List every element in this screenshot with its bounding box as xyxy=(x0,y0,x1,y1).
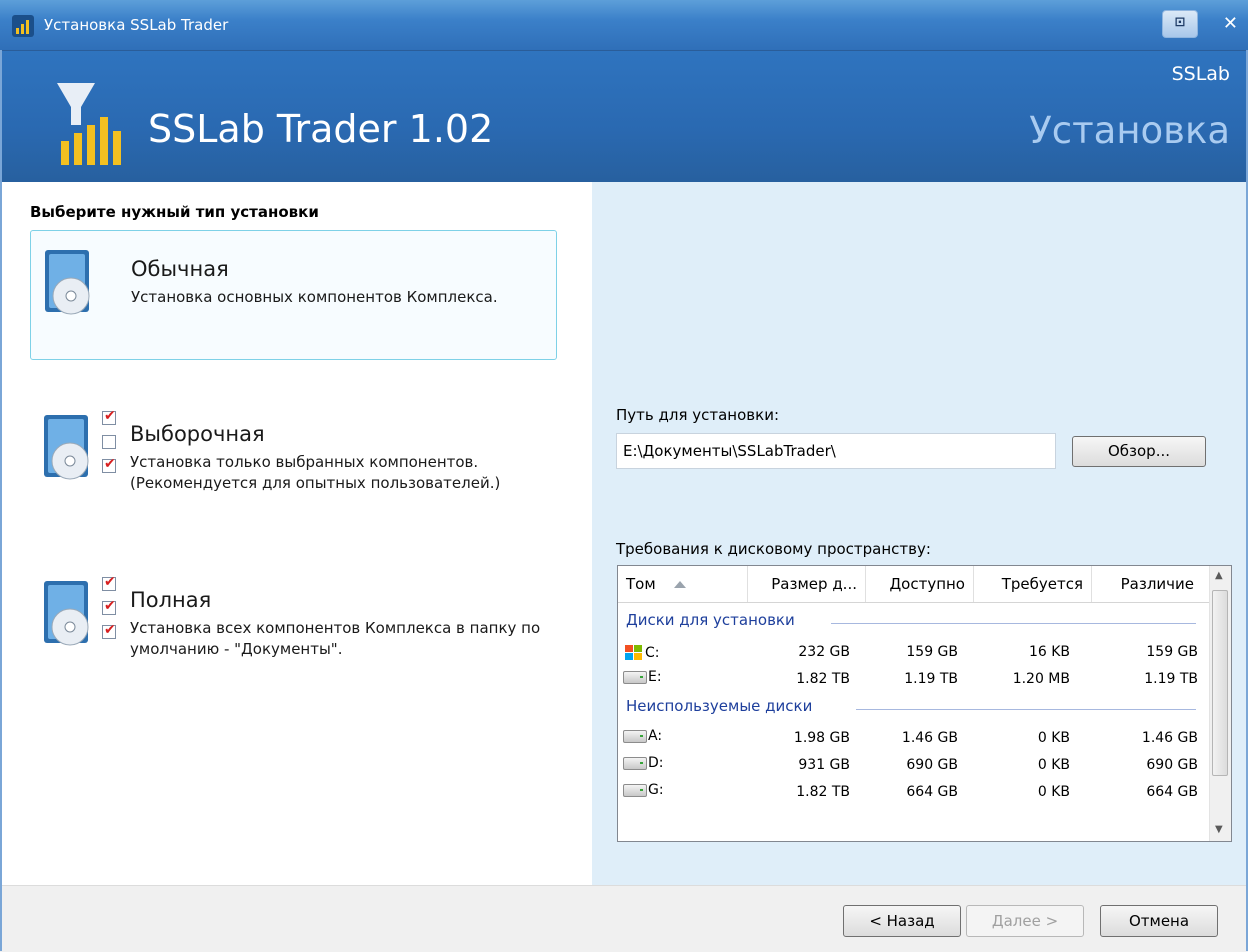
header-banner: SSLab Trader 1.02 SSLab Установка xyxy=(0,51,1248,182)
option-title: Обычная xyxy=(131,257,229,281)
window-title: Установка SSLab Trader xyxy=(44,16,229,34)
disk-space-table[interactable]: Том Размер д... Доступно Требуется Разли… xyxy=(617,565,1232,842)
title-bar: Установка SSLab Trader ⊡ ✕ xyxy=(0,0,1248,51)
size-cell: 931 GB xyxy=(798,757,850,773)
volume-label: E: xyxy=(648,669,662,685)
volume-cell: G: xyxy=(623,782,664,798)
install-type-heading: Выберите нужный тип установки xyxy=(30,203,319,221)
available-cell: 1.46 GB xyxy=(901,730,958,746)
scroll-down-icon[interactable]: ▼ xyxy=(1215,824,1223,835)
group-title: Диски для установки xyxy=(626,611,795,629)
option-description: Установка только выбранных компонентов. … xyxy=(130,453,501,492)
install-path-label: Путь для установки: xyxy=(616,406,779,424)
option-custom[interactable]: ✔ ✔ Выборочная Установка только выбранны… xyxy=(30,396,557,526)
difference-cell: 664 GB xyxy=(1146,784,1198,800)
table-row[interactable]: D: 931 GB 690 GB 0 KB 690 GB xyxy=(618,753,1210,780)
volume-label: A: xyxy=(648,728,663,744)
volume-cell: E: xyxy=(623,669,662,685)
volume-label: G: xyxy=(648,782,664,798)
window-border-left xyxy=(0,50,2,951)
windows-drive-icon xyxy=(623,642,645,664)
table-scrollbar[interactable]: ▲ ▼ xyxy=(1209,566,1231,841)
option-description: Установка основных компонентов Комплекса… xyxy=(131,288,498,306)
volume-cell: A: xyxy=(623,728,662,744)
brand-name: SSLab xyxy=(1171,63,1230,85)
required-cell: 0 KB xyxy=(1037,730,1070,746)
install-box-icon xyxy=(44,581,89,646)
option-description: Установка всех компонентов Комплекса в п… xyxy=(130,619,541,658)
table-row[interactable]: E: 1.82 TB 1.19 TB 1.20 MB 1.19 TB xyxy=(618,667,1210,694)
column-header-size[interactable]: Размер д... xyxy=(748,566,866,602)
close-button[interactable]: ✕ xyxy=(1223,13,1238,34)
hard-drive-icon xyxy=(623,783,647,797)
required-cell: 16 KB xyxy=(1028,644,1070,660)
required-cell: 1.20 MB xyxy=(1012,671,1070,687)
checked-box-icon: ✔ xyxy=(102,574,116,591)
sslab-logo-icon xyxy=(57,83,121,165)
size-cell: 1.82 TB xyxy=(796,671,850,687)
column-header-label: Том xyxy=(626,575,656,593)
required-cell: 0 KB xyxy=(1037,757,1070,773)
hard-drive-icon xyxy=(623,729,647,743)
difference-cell: 1.19 TB xyxy=(1144,671,1198,687)
available-cell: 690 GB xyxy=(906,757,958,773)
install-type-panel: Выберите нужный тип установки Обычная Ус… xyxy=(0,182,592,885)
group-header-unused-disks: Неиспользуемые диски xyxy=(626,697,1196,723)
cancel-button[interactable]: Отмена xyxy=(1100,905,1218,937)
option-typical[interactable]: Обычная Установка основных компонентов К… xyxy=(30,230,557,360)
group-header-install-disks: Диски для установки xyxy=(626,611,1196,637)
volume-cell: C: xyxy=(623,642,660,664)
restore-button[interactable]: ⊡ xyxy=(1162,10,1198,38)
install-path-input[interactable]: E:\Документы\SSLabTrader\ xyxy=(616,433,1056,469)
available-cell: 159 GB xyxy=(906,644,958,660)
back-button[interactable]: < Назад xyxy=(843,905,961,937)
sort-ascending-icon xyxy=(673,581,686,588)
available-cell: 1.19 TB xyxy=(904,671,958,687)
size-cell: 232 GB xyxy=(798,644,850,660)
group-divider xyxy=(856,709,1196,710)
table-header: Том Размер д... Доступно Требуется Разли… xyxy=(618,566,1210,603)
hard-drive-icon xyxy=(623,670,647,684)
disk-requirements-label: Требования к дисковому пространству: xyxy=(616,540,931,558)
size-cell: 1.82 TB xyxy=(796,784,850,800)
unchecked-box-icon xyxy=(102,435,116,449)
app-icon xyxy=(12,15,34,37)
browse-button[interactable]: Обзор... xyxy=(1072,436,1206,467)
volume-label: C: xyxy=(645,645,660,661)
column-header-available[interactable]: Доступно xyxy=(866,566,974,602)
required-cell: 0 KB xyxy=(1037,784,1070,800)
table-row[interactable]: C: 232 GB 159 GB 16 KB 159 GB xyxy=(618,640,1210,667)
column-header-difference[interactable]: Различие xyxy=(1092,566,1202,602)
next-button[interactable]: Далее > xyxy=(966,905,1084,937)
size-cell: 1.98 GB xyxy=(793,730,850,746)
wizard-footer: < Назад Далее > Отмена xyxy=(0,885,1248,952)
column-header-required[interactable]: Требуется xyxy=(974,566,1092,602)
volume-cell: D: xyxy=(623,755,664,771)
volume-label: D: xyxy=(648,755,664,771)
group-title: Неиспользуемые диски xyxy=(626,697,813,715)
table-row[interactable]: A: 1.98 GB 1.46 GB 0 KB 1.46 GB xyxy=(618,726,1210,753)
checked-box-icon: ✔ xyxy=(102,456,116,473)
option-title: Выборочная xyxy=(130,422,265,446)
table-row[interactable]: G: 1.82 TB 664 GB 0 KB 664 GB xyxy=(618,780,1210,807)
checked-box-icon: ✔ xyxy=(102,622,116,639)
hard-drive-icon xyxy=(623,756,647,770)
checked-box-icon: ✔ xyxy=(102,408,116,425)
available-cell: 664 GB xyxy=(906,784,958,800)
install-path-panel: Путь для установки: E:\Документы\SSLabTr… xyxy=(592,182,1248,885)
install-box-icon xyxy=(44,415,89,480)
scroll-up-icon[interactable]: ▲ xyxy=(1215,570,1223,581)
difference-cell: 690 GB xyxy=(1146,757,1198,773)
phase-title: Установка xyxy=(1029,109,1230,152)
column-header-volume[interactable]: Том xyxy=(618,566,748,602)
difference-cell: 159 GB xyxy=(1146,644,1198,660)
option-full[interactable]: ✔ ✔ ✔ Полная Установка всех компонентов … xyxy=(30,562,557,692)
difference-cell: 1.46 GB xyxy=(1141,730,1198,746)
option-title: Полная xyxy=(130,588,212,612)
product-name: SSLab Trader 1.02 xyxy=(148,107,494,151)
scroll-thumb[interactable] xyxy=(1212,590,1228,776)
group-divider xyxy=(831,623,1196,624)
install-box-icon xyxy=(45,250,90,315)
checked-box-icon: ✔ xyxy=(102,598,116,615)
